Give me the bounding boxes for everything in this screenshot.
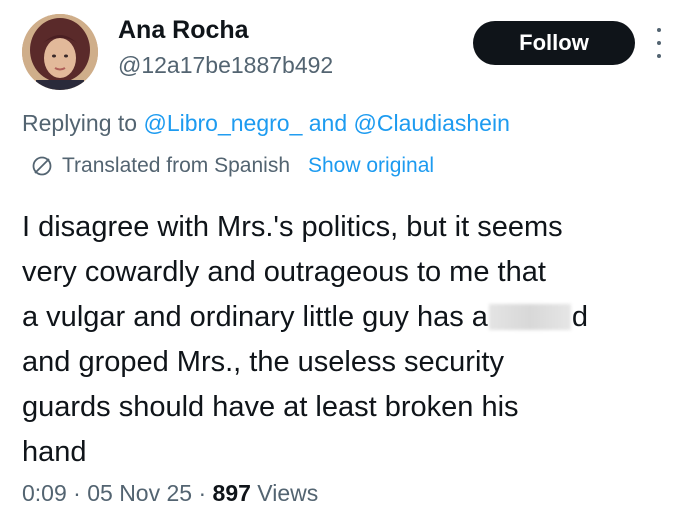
avatar-photo [22, 14, 98, 90]
tweet-meta: 0:09 · 05 Nov 25 · 897 Views [22, 480, 318, 507]
replying-to: Replying to @Libro_negro_ and @Claudiash… [22, 110, 510, 137]
views-label[interactable]: Views [257, 480, 318, 506]
mention-joiner[interactable]: and [309, 110, 347, 136]
tweet-line: very cowardly and outrageous to me that [22, 256, 546, 288]
tweet-line: hand [22, 436, 87, 468]
globe-icon [32, 156, 52, 176]
avatar[interactable] [22, 14, 98, 90]
show-original-link[interactable]: Show original [308, 154, 434, 178]
tweet-line: guards should have at least broken his [22, 391, 519, 423]
tweet-time[interactable]: 0:09 [22, 480, 67, 506]
translation-notice: Translated from Spanish Show original [30, 154, 434, 178]
tweet-line: a vulgar and ordinary little guy has a d [22, 295, 672, 340]
author-handle[interactable]: @12a17be1887b492 [118, 52, 333, 79]
tweet-line: I disagree with Mrs.'s politics, but it … [22, 211, 563, 243]
mention-claudiashein[interactable]: @Claudiashein [354, 110, 510, 136]
more-vertical-icon[interactable] [652, 28, 666, 58]
tweet-line: and groped Mrs., the useless security [22, 346, 504, 378]
tweet-line-text: d [571, 301, 589, 333]
tweet-date[interactable]: 05 Nov 25 [87, 480, 192, 506]
replying-prefix: Replying to [22, 110, 138, 136]
meta-separator: · [198, 480, 207, 506]
tweet-text: I disagree with Mrs.'s politics, but it … [22, 205, 672, 475]
translated-label: Translated from Spanish [62, 154, 290, 177]
mention-libro-negro[interactable]: @Libro_negro_ [143, 110, 302, 136]
meta-separator: · [73, 480, 81, 506]
redaction-blur [488, 304, 571, 330]
views-count[interactable]: 897 [213, 480, 251, 506]
tweet-line-text: a vulgar and ordinary little guy has a [22, 301, 488, 333]
author-name[interactable]: Ana Rocha [118, 16, 249, 45]
follow-button[interactable]: Follow [473, 21, 635, 65]
